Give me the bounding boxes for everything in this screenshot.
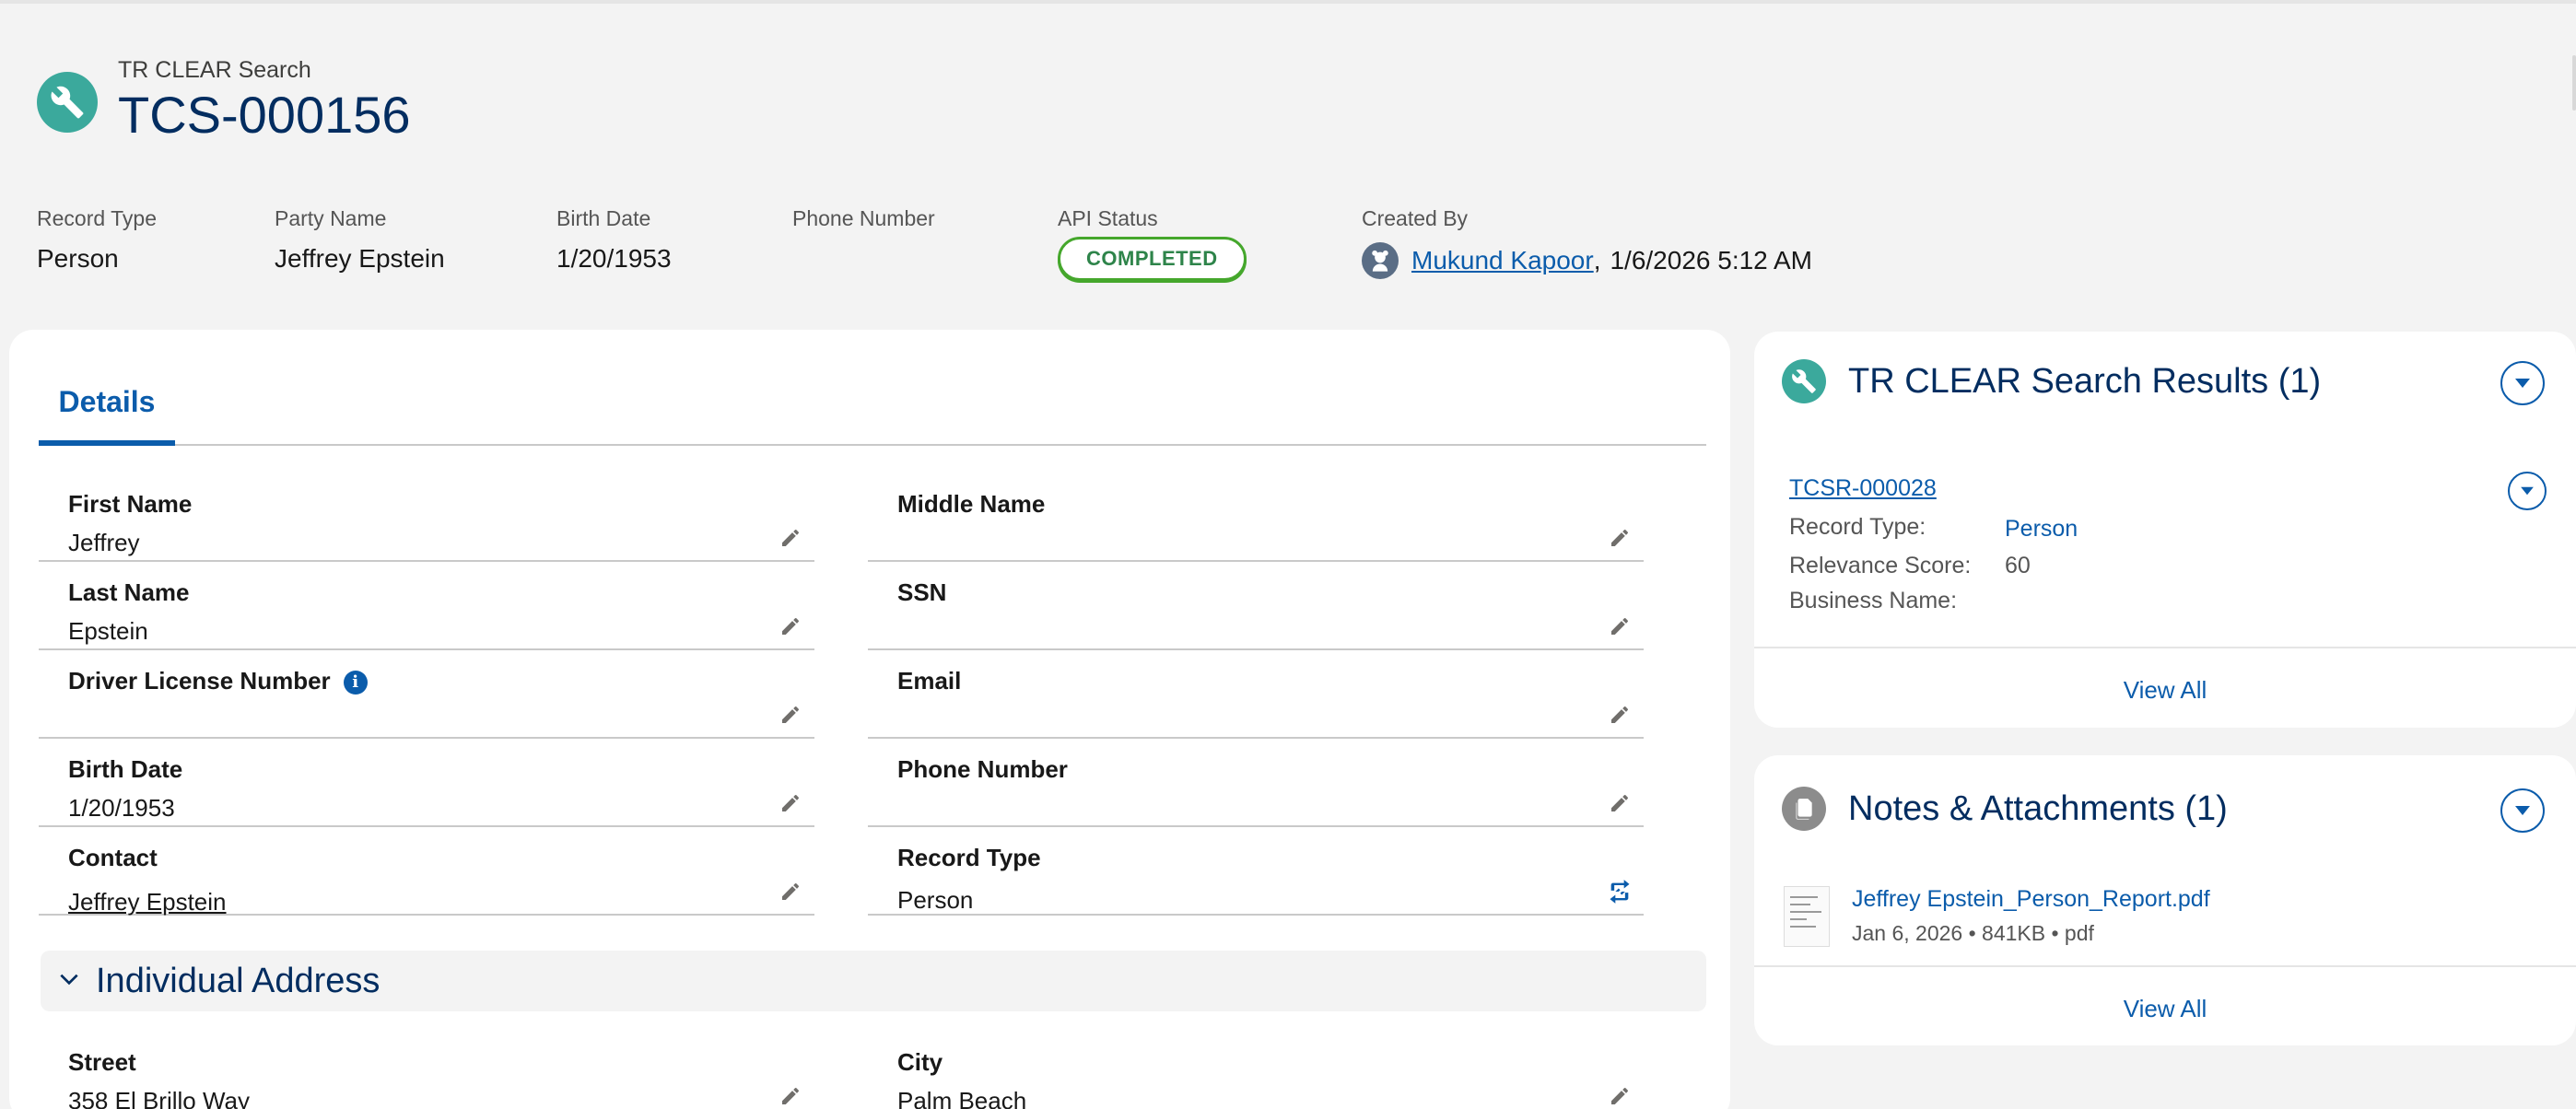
field-label: Record Type [897,844,1041,871]
field-record-type: Record Type Person [868,833,1644,916]
field-label: Birth Date [68,755,183,783]
pencil-icon[interactable] [776,1081,805,1109]
result-field-label: Record Type: [1789,514,1926,540]
card-menu-button[interactable] [2500,788,2545,833]
pencil-icon[interactable] [1605,700,1634,730]
field-label: Driver License Number i [68,667,368,695]
highlight-label: Created By [1362,206,1469,230]
highlight-label: Party Name [275,206,387,230]
section-header-individual-address[interactable]: Individual Address [41,951,1706,1011]
card-title[interactable]: TR CLEAR Search Results (1) [1848,362,2321,402]
contact-link[interactable]: Jeffrey Epstein [68,888,227,916]
field-birth-date: Birth Date 1/20/1953 [39,744,814,827]
section-title: Individual Address [96,961,381,1000]
pencil-icon[interactable] [1605,788,1634,818]
tab-details[interactable]: Details [39,363,175,446]
field-value: Epstein [68,617,148,645]
card-title[interactable]: Notes & Attachments (1) [1848,789,2228,829]
field-last-name: Last Name Epstein [39,567,814,650]
pencil-icon[interactable] [776,612,805,641]
created-by-separator: , [1593,246,1601,274]
field-value: Palm Beach [897,1087,1027,1109]
divider [1754,965,2576,967]
result-record-link[interactable]: TCSR-000028 [1789,475,1937,502]
field-label: Phone Number [897,755,1068,783]
highlight-created-by: Created By Mukund Kapoor , 1/6/2026 5:12… [1362,206,1812,279]
field-label: SSN [897,578,947,606]
pencil-icon[interactable] [1605,612,1634,641]
highlight-label: Record Type [37,206,157,230]
highlight-record-type: Record Type Person [37,206,157,274]
field-contact: Contact Jeffrey Epstein [39,833,814,916]
highlight-value: Jeffrey Epstein [275,244,445,273]
field-middle-name: Middle Name [868,479,1644,562]
highlight-label: API Status [1058,206,1158,230]
result-field-label: Business Name: [1789,588,1958,613]
result-field-value: Person [2005,516,2078,542]
view-all-link[interactable]: View All [1754,995,2576,1023]
attachment-meta: Jan 6, 2026 • 841KB • pdf [1852,921,2094,945]
field-label-text: Driver License Number [68,667,331,695]
file-icon [1782,787,1826,831]
tab-bar: Details [39,363,1706,446]
wrench-icon [1782,359,1826,403]
view-all-link[interactable]: View All [1754,676,2576,705]
chevron-down-icon[interactable] [57,967,81,996]
field-email: Email [868,656,1644,739]
highlight-value: 1/20/1953 [556,244,672,273]
field-label: Last Name [68,578,190,606]
pencil-icon[interactable] [776,877,805,906]
info-icon[interactable]: i [343,670,368,695]
field-value: Jeffrey [68,529,140,556]
change-record-type-icon[interactable] [1605,877,1634,906]
page-title: TCS-000156 [118,86,411,144]
pencil-icon[interactable] [1605,1081,1634,1109]
highlight-label: Birth Date [556,206,651,230]
field-value: Person [897,886,974,914]
highlight-birth-date: Birth Date 1/20/1953 [556,206,672,274]
notes-attachments-card: Notes & Attachments (1) Jeffrey Epstein_… [1754,755,2576,1045]
top-border [0,0,2576,4]
result-field-value: 60 [2005,553,2031,578]
highlight-phone-number: Phone Number [792,206,935,244]
highlight-value: Person [37,244,119,273]
highlight-api-status: API Status COMPLETED [1058,206,1247,281]
pencil-icon[interactable] [1605,523,1634,553]
row-actions-button[interactable] [2508,472,2547,510]
created-by-datetime: 1/6/2026 5:12 AM [1610,246,1812,274]
field-phone-number: Phone Number [868,744,1644,827]
field-value: 1/20/1953 [68,794,175,822]
created-by-user-link[interactable]: Mukund Kapoor [1411,246,1594,275]
scroll-handle[interactable] [2572,55,2576,111]
divider [1754,647,2576,648]
field-street: Street 358 El Brillo Way [39,1037,814,1109]
details-card: Details First Name Jeffrey Last Name Eps… [9,330,1730,1109]
field-ssn: SSN [868,567,1644,650]
highlight-party-name: Party Name Jeffrey Epstein [275,206,445,274]
card-menu-button[interactable] [2500,361,2545,405]
field-label: Middle Name [897,490,1046,518]
field-label: Email [897,667,962,695]
field-first-name: First Name Jeffrey [39,479,814,562]
pdf-thumbnail[interactable] [1784,886,1830,947]
pencil-icon[interactable] [776,700,805,730]
result-field-label: Relevance Score: [1789,553,1972,578]
search-results-card: TR CLEAR Search Results (1) TCSR-000028 … [1754,332,2576,728]
field-label: First Name [68,490,193,518]
field-label: Contact [68,844,158,871]
status-badge: COMPLETED [1058,237,1247,281]
field-label: City [897,1048,943,1076]
highlight-label: Phone Number [792,206,935,230]
avatar[interactable] [1362,242,1399,279]
pencil-icon[interactable] [776,523,805,553]
attachment-link[interactable]: Jeffrey Epstein_Person_Report.pdf [1852,886,2210,913]
field-label: Street [68,1048,136,1076]
pencil-icon[interactable] [776,788,805,818]
field-value: 358 El Brillo Way [68,1087,250,1109]
object-label: TR CLEAR Search [118,57,311,83]
wrench-icon [37,72,98,133]
field-city: City Palm Beach [868,1037,1644,1109]
field-driver-license: Driver License Number i [39,656,814,739]
